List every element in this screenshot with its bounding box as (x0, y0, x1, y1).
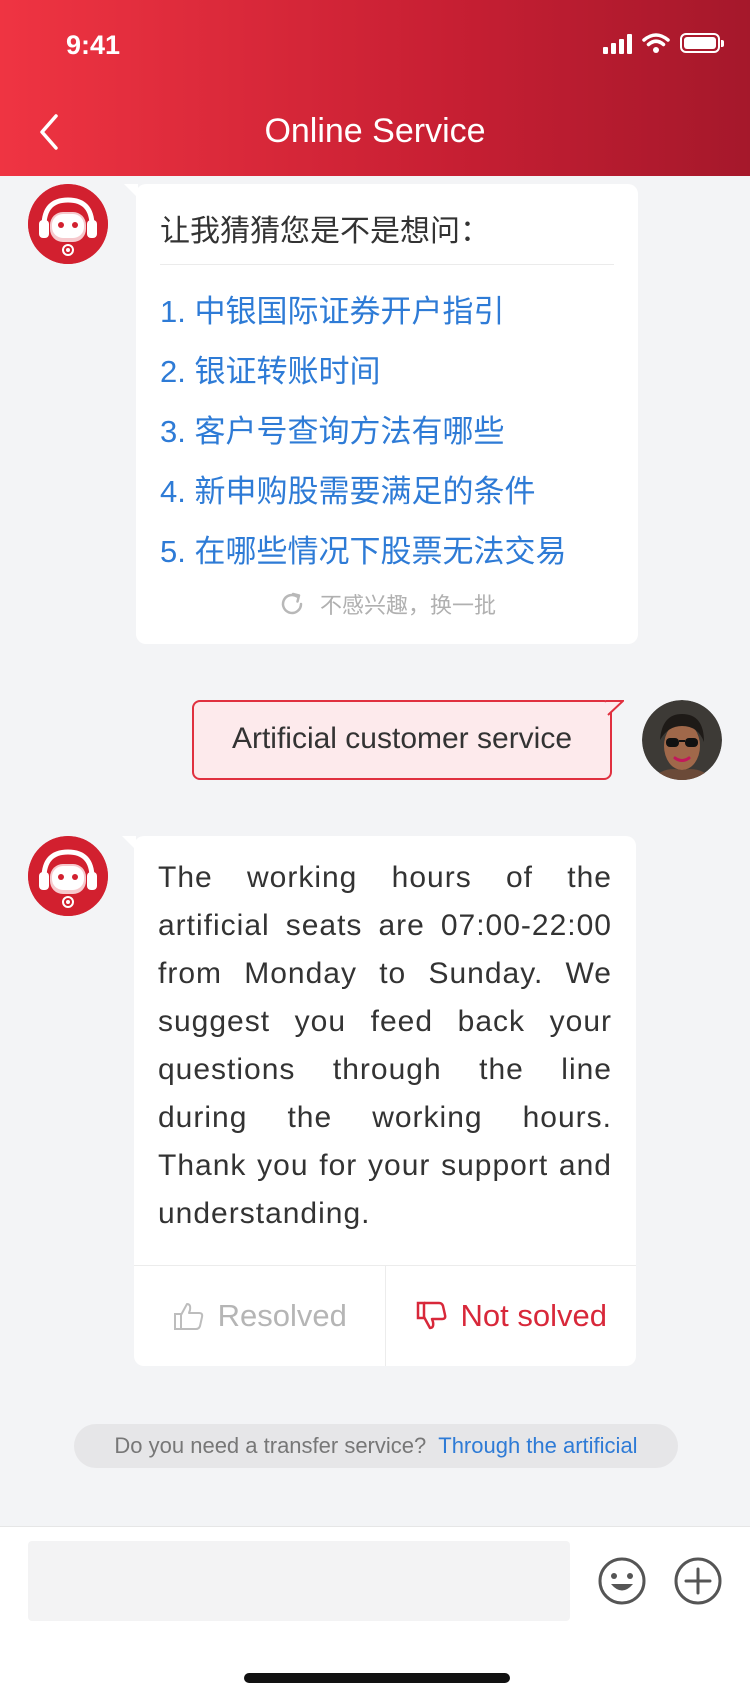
suggested-question[interactable]: 2. 银证转账时间 (160, 346, 380, 391)
page-title: Online Service (264, 112, 486, 150)
resolved-label: Resolved (217, 1298, 347, 1333)
resolved-button[interactable]: Resolved (134, 1266, 386, 1366)
bubble-tail (606, 700, 624, 716)
transfer-question: Do you need a transfer service? (114, 1433, 427, 1458)
bot-avatar (28, 836, 108, 916)
suggestion-prompt: 让我猜猜您是不是想问： (160, 215, 490, 248)
suggested-question[interactable]: 4. 新申购股需要满足的条件 (160, 466, 535, 511)
wifi-icon (642, 33, 670, 53)
status-icons (603, 32, 724, 54)
refresh-suggestions-button[interactable]: 不感兴趣，换一批 (136, 588, 638, 620)
app-header: 9:41 Online Service (0, 0, 750, 176)
thumbs-down-icon (416, 1301, 446, 1330)
input-bar (0, 1526, 750, 1701)
signal-icon (603, 32, 632, 54)
bot-reply-text: The working hours of the artificial seat… (158, 861, 612, 1230)
transfer-link[interactable]: Through the artificial (438, 1433, 637, 1459)
suggested-question[interactable]: 5. 在哪些情况下股票无法交易 (160, 526, 566, 571)
status-time: 9:41 (66, 30, 121, 60)
home-indicator (244, 1673, 510, 1683)
bot-reply-bubble: The working hours of the artificial seat… (122, 836, 636, 1366)
user-message-bubble: Artificial customer service (192, 700, 624, 780)
divider (160, 264, 614, 265)
refresh-label: 不感兴趣，换一批 (319, 593, 496, 618)
user-message-text: Artificial customer service (231, 722, 573, 755)
emoji-icon[interactable] (596, 1555, 648, 1607)
bot-avatar (28, 184, 108, 264)
thumbs-up-icon (173, 1303, 203, 1330)
refresh-icon (281, 592, 303, 615)
add-icon[interactable] (672, 1555, 724, 1607)
feedback-actions: Resolved Not solved (134, 1265, 636, 1366)
message-input[interactable] (28, 1541, 570, 1621)
suggested-question[interactable]: 1. 中银国际证券开户指引 (160, 286, 504, 331)
suggested-question[interactable]: 3. 客户号查询方法有哪些 (160, 406, 504, 451)
not-solved-label: Not solved (460, 1298, 607, 1333)
transfer-prompt: Do you need a transfer service? Through … (74, 1424, 678, 1468)
not-solved-button[interactable]: Not solved (386, 1266, 637, 1366)
suggestion-bubble: 让我猜猜您是不是想问： 1. 中银国际证券开户指引 2. 银证转账时间 3. 客… (124, 184, 638, 644)
battery-icon (680, 33, 724, 53)
user-avatar (642, 700, 722, 780)
